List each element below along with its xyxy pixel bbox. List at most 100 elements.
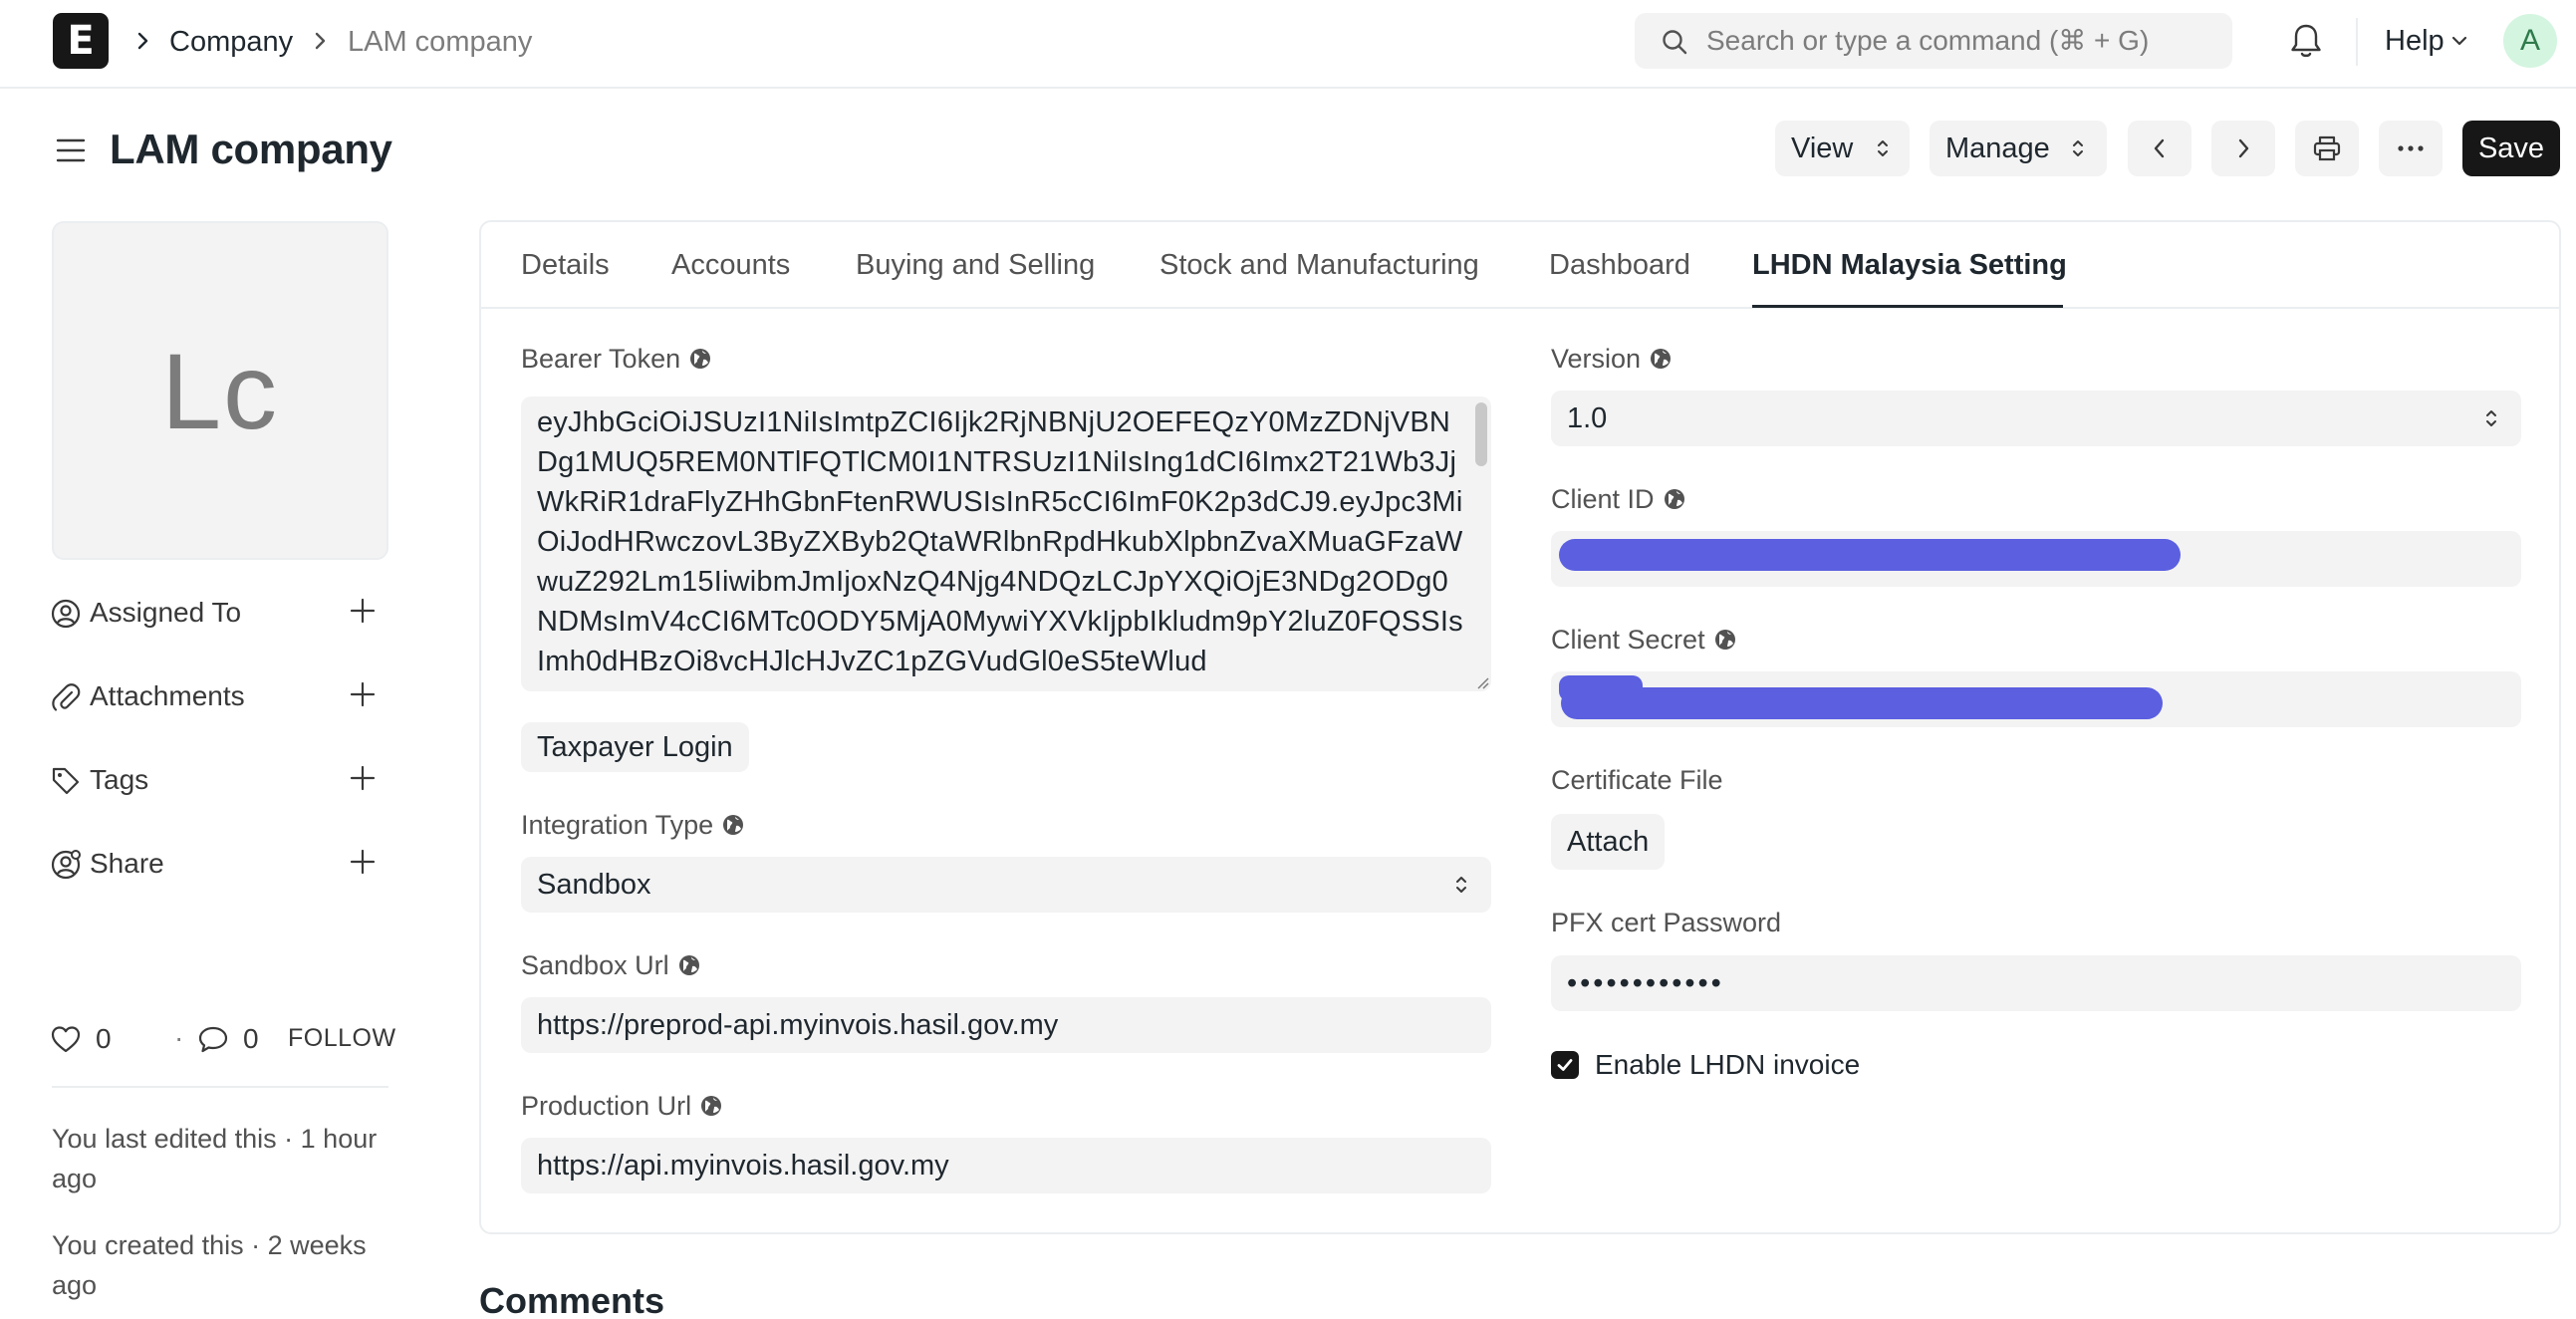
textarea-scrollbar[interactable] — [1475, 402, 1487, 466]
client-secret-label: Client Secret — [1551, 624, 1737, 656]
sidebar-item-label: Share — [90, 848, 164, 879]
user-avatar[interactable]: A — [2503, 14, 2557, 68]
chevron-left-icon — [2154, 138, 2165, 158]
sandbox-url-value: https://preprod-api.myinvois.hasil.gov.m… — [537, 1009, 1059, 1041]
redaction-mark — [1561, 687, 2163, 719]
app-logo[interactable]: E — [53, 13, 109, 69]
client-id-label: Client ID — [1551, 483, 1686, 515]
chevron-down-icon[interactable] — [2450, 35, 2468, 47]
heart-icon[interactable] — [50, 1024, 82, 1054]
updown-chevron-icon — [2073, 140, 2083, 156]
globe-icon — [678, 955, 699, 975]
last-edited-note: You last edited this · 1 hour ago — [52, 1124, 378, 1193]
page-title: LAM company — [110, 126, 392, 172]
globe-icon — [1651, 349, 1672, 369]
separator-dot: · — [174, 1022, 184, 1053]
client-id-input[interactable] — [1551, 531, 2521, 587]
redaction-mark — [1559, 539, 2181, 571]
updown-chevron-icon — [2486, 410, 2496, 426]
share-user-icon — [51, 850, 81, 880]
manage-button-label: Manage — [1945, 132, 2050, 164]
sandbox-url-label: Sandbox Url — [521, 949, 701, 981]
tab-stock-and-manufacturing[interactable]: Stock and Manufacturing — [1159, 248, 1479, 282]
sandbox-url-input[interactable]: https://preprod-api.myinvois.hasil.gov.m… — [521, 997, 1491, 1053]
resize-handle-icon[interactable] — [1475, 675, 1489, 689]
active-tab-indicator — [1752, 305, 2063, 308]
enable-lhdn-label[interactable]: Enable LHDN invoice — [1595, 1048, 1860, 1082]
globe-icon — [1664, 489, 1684, 509]
form-card: Details Accounts Buying and Selling Stoc… — [479, 220, 2561, 1234]
follow-button[interactable]: FOLLOW — [288, 1024, 396, 1053]
sidebar-item-share[interactable]: Share — [50, 845, 388, 885]
production-url-input[interactable]: https://api.myinvois.hasil.gov.my — [521, 1138, 1491, 1193]
pfx-password-label: PFX cert Password — [1551, 908, 1782, 937]
version-label: Version — [1551, 343, 1673, 375]
taxpayer-login-button[interactable]: Taxpayer Login — [521, 722, 749, 772]
bell-icon[interactable] — [2289, 22, 2323, 60]
tab-lhdn-malaysia-setting[interactable]: LHDN Malaysia Setting — [1752, 248, 2067, 282]
likes-count: 0 — [96, 1023, 112, 1054]
chevron-right-icon — [137, 32, 148, 50]
breadcrumb-current[interactable]: LAM company — [348, 24, 532, 60]
help-menu[interactable]: Help — [2385, 23, 2445, 59]
save-button[interactable]: Save — [2462, 121, 2560, 176]
search-bar[interactable]: Search or type a command (⌘ + G) — [1635, 13, 2232, 69]
pfx-password-input[interactable]: •••••••••••• — [1551, 955, 2521, 1011]
globe-icon — [701, 1096, 722, 1116]
plus-icon[interactable] — [349, 597, 377, 625]
sidebar-item-attachments[interactable]: Attachments — [50, 677, 388, 717]
previous-record-button[interactable] — [2128, 121, 2191, 176]
top-navbar: E Company LAM company Search or type a c… — [0, 0, 2576, 89]
version-select[interactable]: 1.0 — [1551, 391, 2521, 446]
production-url-value: https://api.myinvois.hasil.gov.my — [537, 1150, 949, 1182]
certificate-file-label: Certificate File — [1551, 765, 1723, 795]
bearer-token-textarea[interactable]: eyJhbGciOiJSUzI1NiIsImtpZCI6Ijk2RjNBNjU2… — [521, 396, 1491, 691]
search-placeholder: Search or type a command (⌘ + G) — [1706, 25, 2150, 56]
bearer-token-label: Bearer Token — [521, 343, 712, 375]
breadcrumb-company[interactable]: Company — [169, 24, 293, 60]
plus-icon[interactable] — [349, 848, 377, 876]
globe-icon — [723, 815, 744, 835]
more-options-button[interactable] — [2379, 121, 2443, 176]
search-icon — [1663, 30, 1687, 55]
version-value: 1.0 — [1567, 402, 1608, 434]
user-circle-icon — [51, 599, 81, 629]
created-note: You created this · 2 weeks ago — [52, 1230, 367, 1300]
tab-details[interactable]: Details — [521, 248, 610, 282]
sidebar-item-label: Attachments — [90, 680, 245, 711]
chevron-right-icon — [2238, 138, 2249, 158]
globe-icon — [690, 349, 711, 369]
checkmark-icon — [1557, 1059, 1573, 1071]
comments-heading: Comments — [479, 1280, 665, 1319]
globe-icon — [1714, 630, 1735, 650]
print-button[interactable] — [2295, 121, 2359, 176]
plus-icon[interactable] — [349, 764, 377, 792]
comment-icon[interactable] — [197, 1024, 229, 1054]
company-image-placeholder[interactable]: Lc — [52, 221, 388, 560]
tab-accounts[interactable]: Accounts — [671, 248, 790, 282]
pfx-password-value: •••••••••••• — [1567, 967, 1724, 999]
comments-count: 0 — [243, 1023, 259, 1054]
sidebar-item-label: Tags — [90, 764, 149, 795]
updown-chevron-icon — [1456, 877, 1466, 893]
integration-type-value: Sandbox — [537, 869, 651, 901]
plus-icon[interactable] — [349, 680, 377, 708]
sidebar-toggle-icon[interactable] — [55, 136, 87, 164]
view-button[interactable]: View — [1775, 121, 1910, 176]
next-record-button[interactable] — [2211, 121, 2275, 176]
form-tabs: Details Accounts Buying and Selling Stoc… — [481, 222, 2559, 309]
paperclip-icon — [52, 683, 81, 711]
manage-button[interactable]: Manage — [1930, 121, 2107, 176]
sidebar-divider — [52, 1086, 388, 1088]
enable-lhdn-checkbox[interactable] — [1551, 1051, 1579, 1079]
view-button-label: View — [1791, 132, 1854, 164]
client-secret-input[interactable] — [1551, 671, 2521, 727]
tab-dashboard[interactable]: Dashboard — [1549, 248, 1690, 282]
tab-buying-and-selling[interactable]: Buying and Selling — [856, 248, 1095, 282]
attach-button[interactable]: Attach — [1551, 814, 1666, 870]
integration-type-select[interactable]: Sandbox — [521, 857, 1491, 913]
printer-icon — [2313, 135, 2341, 161]
sidebar-item-assigned-to[interactable]: Assigned To — [50, 594, 388, 634]
more-horizontal-icon — [2398, 145, 2424, 151]
sidebar-item-tags[interactable]: Tags — [50, 761, 388, 801]
